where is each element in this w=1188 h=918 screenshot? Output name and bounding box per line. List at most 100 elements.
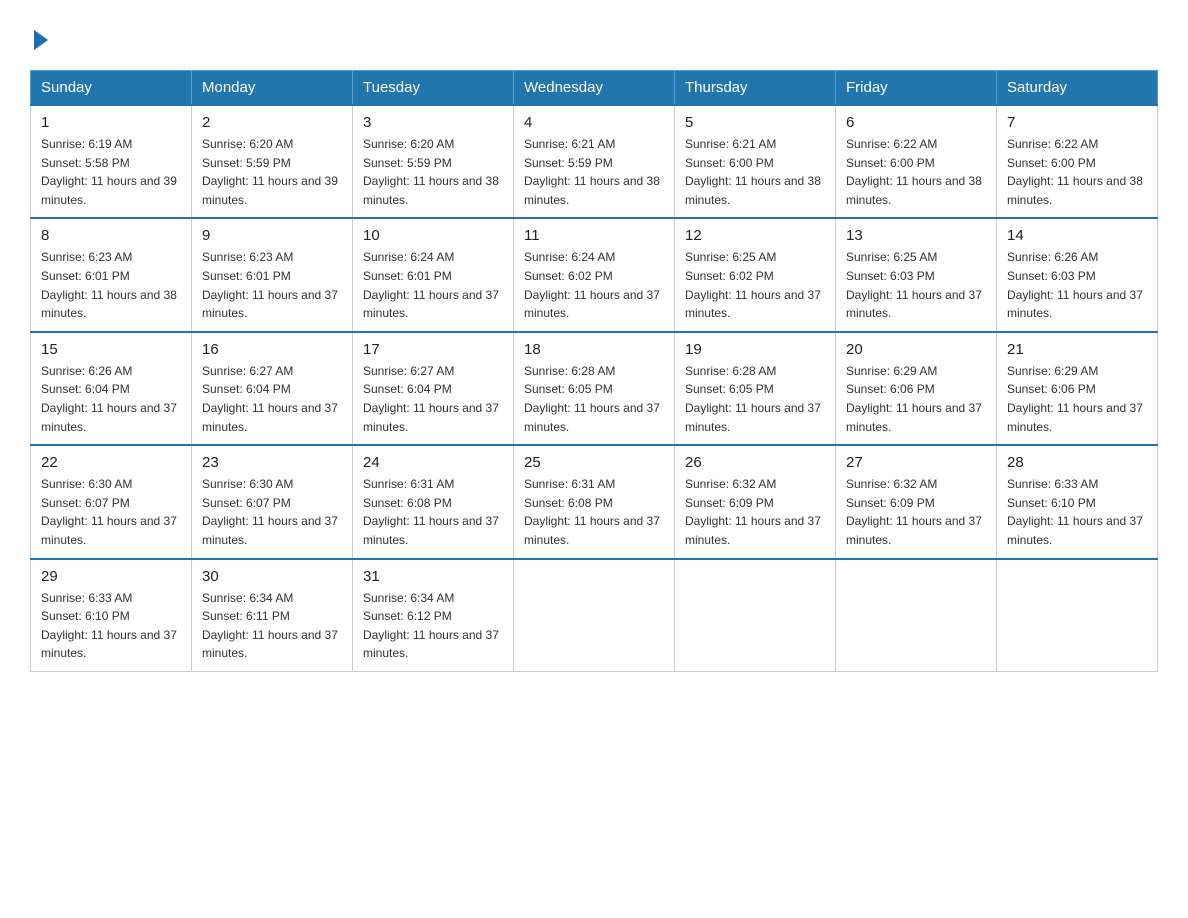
calendar-header-row: SundayMondayTuesdayWednesdayThursdayFrid… [31,71,1158,106]
day-number: 19 [685,341,825,358]
day-number: 11 [524,227,664,244]
calendar-cell: 3 Sunrise: 6:20 AMSunset: 5:59 PMDaylight… [353,105,514,218]
day-info: Sunrise: 6:19 AMSunset: 5:58 PMDaylight:… [41,135,181,209]
day-number: 12 [685,227,825,244]
day-info: Sunrise: 6:23 AMSunset: 6:01 PMDaylight:… [41,248,181,322]
calendar-cell: 18Sunrise: 6:28 AMSunset: 6:05 PMDayligh… [514,332,675,445]
day-number: 8 [41,227,181,244]
calendar-cell: 10 Sunrise: 6:24 AMSunset: 6:01 PMDayligh… [353,218,514,331]
day-info: Sunrise: 6:31 AMSunset: 6:08 PMDaylight:… [524,475,664,549]
calendar-cell [514,559,675,672]
day-info: Sunrise: 6:28 AMSunset: 6:05 PMDaylight:… [685,362,825,436]
day-number: 30 [202,568,342,585]
calendar-cell: 9 Sunrise: 6:23 AMSunset: 6:01 PMDaylight… [192,218,353,331]
day-number: 17 [363,341,503,358]
column-header-saturday: Saturday [997,71,1158,106]
column-header-wednesday: Wednesday [514,71,675,106]
week-row-1: 1 Sunrise: 6:19 AMSunset: 5:58 PMDaylight… [31,105,1158,218]
calendar-cell [836,559,997,672]
day-info: Sunrise: 6:34 AMSunset: 6:12 PMDaylight:… [363,589,503,663]
day-info: Sunrise: 6:30 AMSunset: 6:07 PMDaylight:… [41,475,181,549]
day-number: 16 [202,341,342,358]
week-row-2: 8 Sunrise: 6:23 AMSunset: 6:01 PMDaylight… [31,218,1158,331]
day-info: Sunrise: 6:21 AMSunset: 5:59 PMDaylight:… [524,135,664,209]
day-number: 7 [1007,114,1147,131]
column-header-tuesday: Tuesday [353,71,514,106]
day-info: Sunrise: 6:25 AMSunset: 6:03 PMDaylight:… [846,248,986,322]
calendar-cell: 20 Sunrise: 6:29 AMSunset: 6:06 PMDayligh… [836,332,997,445]
logo-triangle-icon [34,30,48,50]
logo [30,20,48,52]
day-number: 1 [41,114,181,131]
calendar-cell: 15 Sunrise: 6:26 AMSunset: 6:04 PMDayligh… [31,332,192,445]
day-info: Sunrise: 6:32 AMSunset: 6:09 PMDaylight:… [846,475,986,549]
day-info: Sunrise: 6:24 AMSunset: 6:01 PMDaylight:… [363,248,503,322]
day-info: Sunrise: 6:22 AMSunset: 6:00 PMDaylight:… [846,135,986,209]
day-info: Sunrise: 6:29 AMSunset: 6:06 PMDaylight:… [846,362,986,436]
column-header-monday: Monday [192,71,353,106]
day-info: Sunrise: 6:24 AMSunset: 6:02 PMDaylight:… [524,248,664,322]
calendar-cell: 1 Sunrise: 6:19 AMSunset: 5:58 PMDaylight… [31,105,192,218]
day-number: 15 [41,341,181,358]
week-row-4: 22 Sunrise: 6:30 AMSunset: 6:07 PMDayligh… [31,445,1158,558]
calendar-cell: 25Sunrise: 6:31 AMSunset: 6:08 PMDayligh… [514,445,675,558]
calendar-cell: 19 Sunrise: 6:28 AMSunset: 6:05 PMDayligh… [675,332,836,445]
day-number: 23 [202,454,342,471]
day-info: Sunrise: 6:30 AMSunset: 6:07 PMDaylight:… [202,475,342,549]
day-info: Sunrise: 6:20 AMSunset: 5:59 PMDaylight:… [202,135,342,209]
day-number: 3 [363,114,503,131]
day-number: 24 [363,454,503,471]
calendar-cell: 31Sunrise: 6:34 AMSunset: 6:12 PMDayligh… [353,559,514,672]
day-info: Sunrise: 6:21 AMSunset: 6:00 PMDaylight:… [685,135,825,209]
day-info: Sunrise: 6:27 AMSunset: 6:04 PMDaylight:… [363,362,503,436]
day-info: Sunrise: 6:28 AMSunset: 6:05 PMDaylight:… [524,362,664,436]
header [30,20,1158,52]
day-info: Sunrise: 6:29 AMSunset: 6:06 PMDaylight:… [1007,362,1147,436]
day-number: 20 [846,341,986,358]
day-info: Sunrise: 6:23 AMSunset: 6:01 PMDaylight:… [202,248,342,322]
day-info: Sunrise: 6:34 AMSunset: 6:11 PMDaylight:… [202,589,342,663]
calendar-cell: 17 Sunrise: 6:27 AMSunset: 6:04 PMDayligh… [353,332,514,445]
day-number: 14 [1007,227,1147,244]
calendar-cell: 13 Sunrise: 6:25 AMSunset: 6:03 PMDayligh… [836,218,997,331]
calendar-cell: 28Sunrise: 6:33 AMSunset: 6:10 PMDayligh… [997,445,1158,558]
day-number: 9 [202,227,342,244]
calendar-cell: 7 Sunrise: 6:22 AMSunset: 6:00 PMDaylight… [997,105,1158,218]
day-number: 13 [846,227,986,244]
calendar-cell: 23 Sunrise: 6:30 AMSunset: 6:07 PMDayligh… [192,445,353,558]
calendar-cell: 22 Sunrise: 6:30 AMSunset: 6:07 PMDayligh… [31,445,192,558]
calendar-cell [675,559,836,672]
column-header-thursday: Thursday [675,71,836,106]
day-info: Sunrise: 6:33 AMSunset: 6:10 PMDaylight:… [41,589,181,663]
calendar-cell: 26Sunrise: 6:32 AMSunset: 6:09 PMDayligh… [675,445,836,558]
day-info: Sunrise: 6:22 AMSunset: 6:00 PMDaylight:… [1007,135,1147,209]
calendar-cell: 6 Sunrise: 6:22 AMSunset: 6:00 PMDaylight… [836,105,997,218]
calendar-cell: 29 Sunrise: 6:33 AMSunset: 6:10 PMDayligh… [31,559,192,672]
column-header-sunday: Sunday [31,71,192,106]
day-info: Sunrise: 6:26 AMSunset: 6:04 PMDaylight:… [41,362,181,436]
calendar-cell: 11 Sunrise: 6:24 AMSunset: 6:02 PMDayligh… [514,218,675,331]
day-info: Sunrise: 6:31 AMSunset: 6:08 PMDaylight:… [363,475,503,549]
calendar-cell [997,559,1158,672]
calendar-cell: 27 Sunrise: 6:32 AMSunset: 6:09 PMDayligh… [836,445,997,558]
calendar-cell: 16Sunrise: 6:27 AMSunset: 6:04 PMDayligh… [192,332,353,445]
day-number: 26 [685,454,825,471]
day-number: 29 [41,568,181,585]
day-info: Sunrise: 6:25 AMSunset: 6:02 PMDaylight:… [685,248,825,322]
day-info: Sunrise: 6:20 AMSunset: 5:59 PMDaylight:… [363,135,503,209]
day-number: 6 [846,114,986,131]
day-number: 4 [524,114,664,131]
day-info: Sunrise: 6:26 AMSunset: 6:03 PMDaylight:… [1007,248,1147,322]
calendar-table: SundayMondayTuesdayWednesdayThursdayFrid… [30,70,1158,672]
day-number: 10 [363,227,503,244]
column-header-friday: Friday [836,71,997,106]
day-number: 22 [41,454,181,471]
calendar-cell: 8 Sunrise: 6:23 AMSunset: 6:01 PMDaylight… [31,218,192,331]
calendar-cell: 30 Sunrise: 6:34 AMSunset: 6:11 PMDayligh… [192,559,353,672]
day-number: 28 [1007,454,1147,471]
logo-blue-text [30,30,48,52]
day-number: 21 [1007,341,1147,358]
day-number: 27 [846,454,986,471]
day-number: 5 [685,114,825,131]
day-number: 2 [202,114,342,131]
